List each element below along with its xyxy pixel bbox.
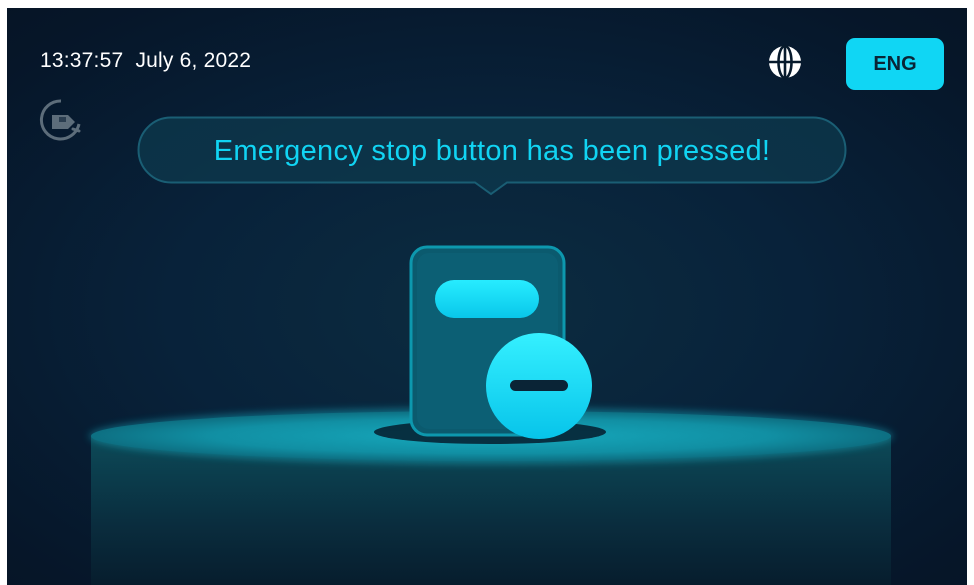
- globe-icon[interactable]: [767, 44, 803, 80]
- charger-screen: Emergency stop button has been pressed! …: [7, 8, 967, 585]
- charger-plug-disconnected-icon: [40, 99, 81, 141]
- time-text: 13:37:57: [40, 49, 124, 72]
- datetime: 13:37:57 July 6, 2022: [40, 49, 251, 73]
- alert-bubble: Emergency stop button has been pressed!: [137, 116, 847, 196]
- emergency-stop-illustration: [89, 245, 893, 585]
- alert-message: Emergency stop button has been pressed!: [213, 134, 771, 167]
- emergency-stop-device-icon: [409, 245, 592, 439]
- language-button[interactable]: ENG: [846, 38, 944, 90]
- date-text: July 6, 2022: [135, 49, 252, 72]
